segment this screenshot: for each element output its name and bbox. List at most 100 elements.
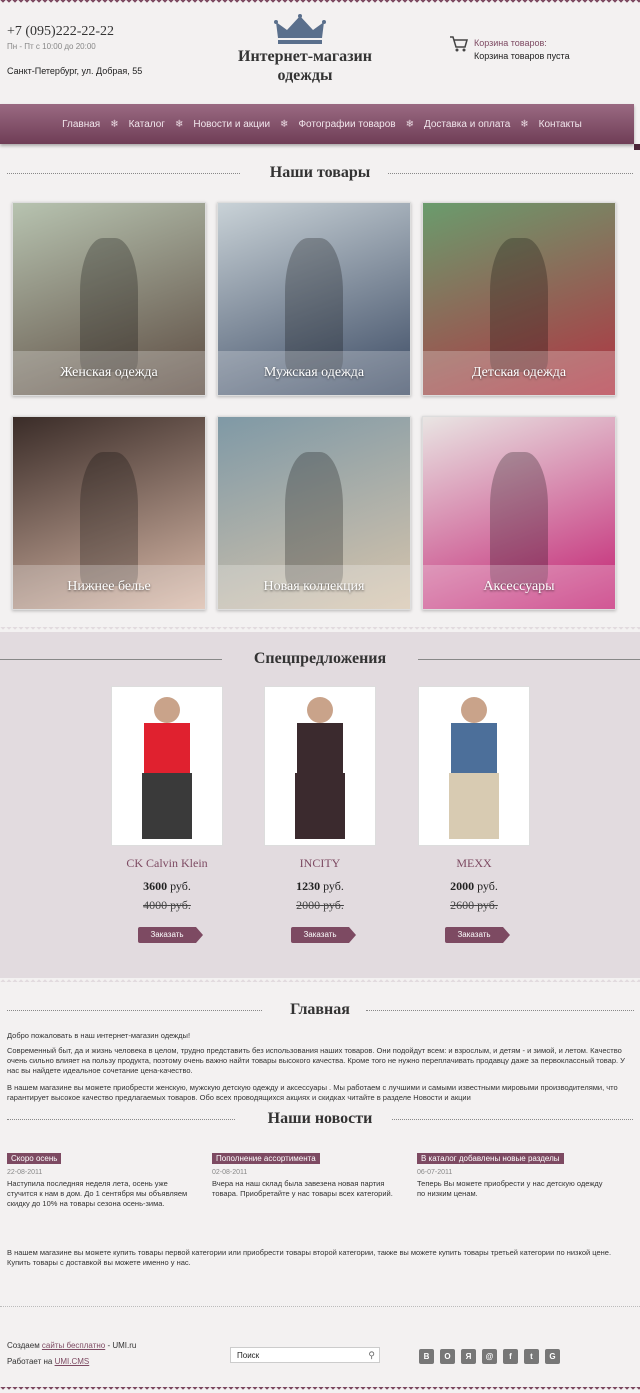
nav-item[interactable]: Контакты <box>539 119 582 130</box>
address: Санкт-Петербург, ул. Добрая, 55 <box>7 66 143 76</box>
cart-title[interactable]: Корзина товаров: <box>474 38 547 48</box>
main-paragraph-1: Современный быт, да и жизнь человека в ц… <box>7 1046 625 1075</box>
offer-old-price: 2600 руб. <box>450 898 498 912</box>
offer-old-price: 4000 руб. <box>143 898 191 912</box>
nav-item[interactable]: Новости и акции <box>193 119 270 130</box>
news-date: 22-08-2011 <box>7 1169 43 1176</box>
crown-logo-icon[interactable] <box>274 14 326 46</box>
order-button[interactable]: Заказать <box>291 927 356 943</box>
welcome-text: Добро пожаловать в наш интернет-магазин … <box>7 1031 191 1040</box>
offer-old-price: 2000 руб. <box>296 898 344 912</box>
search-placeholder: Поиск <box>237 1351 260 1360</box>
nav-separator-icon: ❄ <box>174 118 184 130</box>
offer-card: CK Calvin Klein 3600 руб. 4000 руб. Заказат… <box>92 686 242 943</box>
nav-separator-icon: ❄ <box>405 118 414 130</box>
news-title[interactable]: Скоро осень <box>7 1153 62 1164</box>
model-top <box>451 723 497 773</box>
news-body: Наступила последняя неделя лета, осень у… <box>7 1179 188 1208</box>
offer-photo[interactable] <box>111 686 223 846</box>
umi-cms-link[interactable]: UMI.CMS <box>55 1357 90 1366</box>
nav-item[interactable]: Каталог <box>129 119 165 130</box>
special-offers-section: Спецпредложения CK Calvin Klein 3600 руб.… <box>0 632 640 978</box>
category-tile[interactable]: Мужская одежда <box>217 202 411 396</box>
order-button[interactable]: Заказать <box>445 927 510 943</box>
special-section-title: Спецпредложения <box>0 650 640 668</box>
main-paragraph-2: В нашем магазине вы можете приобрести же… <box>7 1083 618 1102</box>
offer-brand[interactable]: CK Calvin Klein <box>92 856 242 871</box>
social-icon[interactable]: f <box>503 1349 518 1364</box>
news-body: Теперь Вы можете приобрести у нас детску… <box>417 1179 603 1198</box>
category-label[interactable]: Новая коллекция <box>218 565 410 609</box>
footer-powered: Работает на UMI.CMS <box>7 1357 90 1366</box>
category-label[interactable]: Мужская одежда <box>218 351 410 395</box>
cart-icon[interactable] <box>450 36 468 52</box>
special-bottom-edge <box>0 976 640 982</box>
category-tile[interactable]: Женская одежда <box>12 202 206 396</box>
social-icon[interactable]: В <box>419 1349 434 1364</box>
model-bottom <box>295 773 345 839</box>
main-section-title: Главная <box>0 1001 640 1019</box>
news-item: Пополнение ассортимента 02-08-2011 Вчера н… <box>212 1148 402 1199</box>
model-head <box>307 697 333 723</box>
phone-number[interactable]: +7 (095)222-22-22 <box>7 24 114 40</box>
products-section-title: Наши товары <box>0 164 640 182</box>
category-tile[interactable]: Нижнее белье <box>12 416 206 610</box>
header: +7 (095)222-22-22 Пн - Пт с 10:00 до 20:… <box>0 0 640 104</box>
footer: Создаем сайты бесплатно - UMI.ru Работае… <box>0 1306 640 1393</box>
nav-list: Главная ❄ Каталог ❄ Новости и акции ❄ Фотограф… <box>0 104 634 144</box>
nav-ribbon-fold <box>634 144 640 150</box>
bottom-border <box>0 1387 640 1393</box>
news-date: 06-07-2011 <box>417 1169 453 1176</box>
news-date: 02-08-2011 <box>212 1169 248 1176</box>
category-label[interactable]: Аксессуары <box>423 565 615 609</box>
model-bottom <box>449 773 499 839</box>
model-top <box>297 723 343 773</box>
model-head <box>154 697 180 723</box>
model-top <box>144 723 190 773</box>
offer-brand[interactable]: INCITY <box>245 856 395 871</box>
news-footer-text: В нашем магазине вы можете купить товары… <box>7 1248 612 1267</box>
category-label[interactable]: Нижнее белье <box>13 565 205 609</box>
cart-status: Корзина товаров пуста <box>474 51 570 61</box>
news-title[interactable]: В каталог добавлены новые разделы <box>417 1153 564 1164</box>
offer-price: 1230 руб. <box>296 879 344 893</box>
search-input[interactable]: Поиск ⚲ <box>230 1347 380 1363</box>
category-label[interactable]: Женская одежда <box>13 351 205 395</box>
nav-item[interactable]: Фотографии товаров <box>298 119 395 130</box>
social-icon[interactable]: О <box>440 1349 455 1364</box>
offer-photo[interactable] <box>264 686 376 846</box>
social-icon[interactable]: Я <box>461 1349 476 1364</box>
order-button[interactable]: Заказать <box>138 927 203 943</box>
site-brand-title[interactable]: Интернет-магазин одежды <box>220 47 390 85</box>
news-item: Скоро осень 22-08-2011 Наступила последняя… <box>7 1148 197 1209</box>
social-icon[interactable]: @ <box>482 1349 497 1364</box>
news-item: В каталог добавлены новые разделы 06-07-2… <box>417 1148 607 1199</box>
social-icon[interactable]: t <box>524 1349 539 1364</box>
offer-brand[interactable]: MEXX <box>399 856 549 871</box>
offer-photo[interactable] <box>418 686 530 846</box>
offer-price: 3600 руб. <box>143 879 191 893</box>
nav-separator-icon: ❄ <box>110 118 119 130</box>
nav-item[interactable]: Доставка и оплата <box>424 119 510 130</box>
category-tile[interactable]: Новая коллекция <box>217 416 411 610</box>
model-head <box>461 697 487 723</box>
news-title[interactable]: Пополнение ассортимента <box>212 1153 320 1164</box>
social-icon[interactable]: G <box>545 1349 560 1364</box>
nav-separator-icon: ❄ <box>520 118 529 130</box>
search-icon[interactable]: ⚲ <box>368 1350 375 1361</box>
working-hours: Пн - Пт с 10:00 до 20:00 <box>7 42 96 51</box>
nav-separator-icon: ❄ <box>280 118 289 130</box>
news-section-title: Наши новости <box>0 1110 640 1128</box>
footer-created: Создаем сайты бесплатно - UMI.ru <box>7 1341 137 1350</box>
model-bottom <box>142 773 192 839</box>
category-label[interactable]: Детская одежда <box>423 351 615 395</box>
nav-item[interactable]: Главная <box>62 119 100 130</box>
category-tile[interactable]: Аксессуары <box>422 416 616 610</box>
main-navigation: Главная ❄ Каталог ❄ Новости и акции ❄ Фотограф… <box>0 104 640 150</box>
offer-card: MEXX 2000 руб. 2600 руб. Заказать <box>399 686 549 943</box>
offer-card: INCITY 1230 руб. 2000 руб. Заказать <box>245 686 395 943</box>
category-tile[interactable]: Детская одежда <box>422 202 616 396</box>
news-body: Вчера на наш склад была завезена новая п… <box>212 1179 393 1198</box>
offer-price: 2000 руб. <box>450 879 498 893</box>
free-sites-link[interactable]: сайты бесплатно <box>42 1341 105 1350</box>
